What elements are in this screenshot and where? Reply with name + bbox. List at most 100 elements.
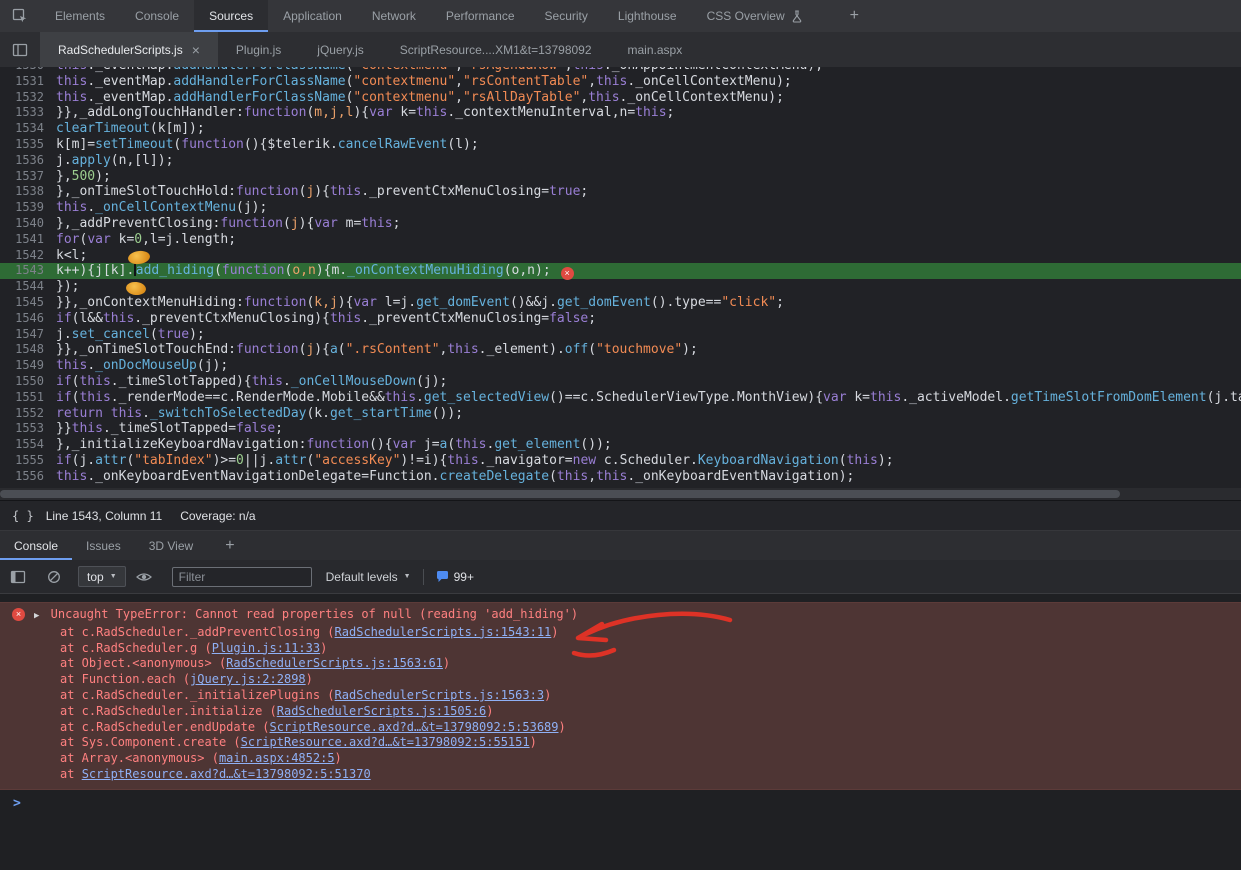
add-panel-icon[interactable]: + [850,7,859,25]
line-number[interactable]: 1538 [0,184,56,200]
source-link[interactable]: RadSchedulerScripts.js:1563:3 [335,688,545,702]
line-number[interactable]: 1552 [0,406,56,422]
source-link[interactable]: ScriptResource.axd?d…&t=13798092:5:53689 [270,720,559,734]
line-number[interactable]: 1554 [0,437,56,453]
source-link[interactable]: Plugin.js:11:33 [212,641,320,655]
panel-tab-application[interactable]: Application [268,0,357,32]
line-number[interactable]: 1545 [0,295,56,311]
drawer-tab-console[interactable]: Console [0,531,72,560]
panel-tab-console[interactable]: Console [120,0,194,32]
file-tab-plugin[interactable]: Plugin.js [218,32,299,67]
source-link[interactable]: jQuery.js:2:2898 [190,672,306,686]
code-text[interactable]: if(l&&this._preventCtxMenuClosing){this.… [56,311,596,326]
code-text[interactable]: this._onCellContextMenu(j); [56,200,267,215]
clear-console-icon[interactable] [42,565,66,589]
code-text[interactable]: if(this._renderMode==c.RenderMode.Mobile… [56,390,1241,405]
code-text[interactable]: k<l; [56,248,87,263]
file-tab-jquery[interactable]: jQuery.js [299,32,381,67]
code-text[interactable]: clearTimeout(k[m]); [56,121,205,136]
panel-tab-performance[interactable]: Performance [431,0,530,32]
expand-triangle-icon[interactable]: ▶ [34,609,39,625]
live-expression-eye-icon[interactable] [132,565,156,589]
line-number[interactable]: 1534 [0,121,56,137]
panel-tab-security[interactable]: Security [530,0,603,32]
line-number[interactable]: 1548 [0,342,56,358]
code-text[interactable]: this._eventMap.addHandlerForClassName("c… [56,67,823,73]
code-text[interactable]: j.apply(n,[l]); [56,153,173,168]
log-levels-dropdown[interactable]: Default levels ▼ [326,570,411,584]
panel-tab-elements[interactable]: Elements [40,0,120,32]
line-number[interactable]: 1536 [0,153,56,169]
code-text[interactable]: }}this._timeSlotTapped=false; [56,421,283,436]
inspect-icon[interactable] [8,4,32,28]
code-text[interactable]: j.set_cancel(true); [56,327,205,342]
code-text[interactable]: return this._switchToSelectedDay(k.get_s… [56,406,463,421]
line-number[interactable]: 1533 [0,105,56,121]
line-number[interactable]: 1530 [0,67,56,74]
panel-tab-sources[interactable]: Sources [194,0,268,32]
line-number[interactable]: 1549 [0,358,56,374]
source-link[interactable]: ScriptResource.axd?d…&t=13798092:5:51370 [82,767,371,781]
stack-frame: at c.RadScheduler.g (Plugin.js:11:33) [0,641,1241,657]
line-number[interactable]: 1543 [0,263,56,279]
source-link[interactable]: ScriptResource.axd?d…&t=13798092:5:55151 [241,735,530,749]
line-number[interactable]: 1553 [0,421,56,437]
line-number[interactable]: 1546 [0,311,56,327]
editor-status-bar: { } Line 1543, Column 11 Coverage: n/a [0,500,1241,530]
file-tab-radschedulerscripts[interactable]: RadSchedulerScripts.js × [40,32,218,67]
code-text[interactable]: }); [56,279,79,294]
line-number[interactable]: 1531 [0,74,56,90]
console-sidebar-icon[interactable] [6,565,30,589]
scrollbar-thumb[interactable] [0,490,1120,498]
file-tab-scriptresource[interactable]: ScriptResource....XM1&t=13798092 [382,32,610,67]
source-link[interactable]: RadSchedulerScripts.js:1563:61 [226,656,443,670]
line-number[interactable]: 1556 [0,469,56,485]
messages-count-badge[interactable]: 99+ [436,570,474,584]
toggle-navigator-icon[interactable] [8,38,32,62]
line-number[interactable]: 1541 [0,232,56,248]
code-text[interactable]: this._onDocMouseUp(j); [56,358,228,373]
line-number[interactable]: 1539 [0,200,56,216]
line-number[interactable]: 1537 [0,169,56,185]
source-link[interactable]: main.aspx:4852:5 [219,751,335,765]
source-link[interactable]: RadSchedulerScripts.js:1543:11 [335,625,552,639]
code-text[interactable]: }},_addLongTouchHandler:function(m,j,l){… [56,105,674,120]
code-text[interactable]: },_addPreventClosing:function(j){var m=t… [56,216,400,231]
code-text[interactable]: this._onKeyboardEventNavigationDelegate=… [56,469,854,484]
code-text[interactable]: this._eventMap.addHandlerForClassName("c… [56,74,792,89]
file-tab-mainaspx[interactable]: main.aspx [610,32,701,67]
horizontal-scrollbar[interactable] [0,488,1241,500]
code-text[interactable]: k[m]=setTimeout(function(){$telerik.canc… [56,137,479,152]
pretty-print-icon[interactable]: { } [0,509,46,523]
panel-tab-css-overview[interactable]: CSS Overview [692,0,818,32]
console-prompt[interactable]: > [0,796,1241,811]
panel-tab-lighthouse[interactable]: Lighthouse [603,0,692,32]
line-number[interactable]: 1544 [0,279,56,295]
add-drawer-tab-icon[interactable]: + [225,537,234,555]
panel-tab-network[interactable]: Network [357,0,431,32]
code-text[interactable]: this._eventMap.addHandlerForClassName("c… [56,90,784,105]
close-icon[interactable]: × [192,43,200,57]
line-number[interactable]: 1555 [0,453,56,469]
line-number[interactable]: 1542 [0,248,56,264]
line-number[interactable]: 1547 [0,327,56,343]
code-text[interactable]: for(var k=0,l=j.length; [56,232,236,247]
code-text[interactable]: k++){j[k].add_hiding(function(o,n){m._on… [56,263,551,278]
drawer-tab-3d-view[interactable]: 3D View [135,531,207,560]
code-text[interactable]: if(j.attr("tabIndex")>=0||j.attr("access… [56,453,894,468]
source-link[interactable]: RadSchedulerScripts.js:1505:6 [277,704,487,718]
code-text[interactable]: }},_onContextMenuHiding:function(k,j){va… [56,295,784,310]
drawer-tab-issues[interactable]: Issues [72,531,135,560]
code-text[interactable]: },500); [56,169,111,184]
code-text[interactable]: },_initializeKeyboardNavigation:function… [56,437,612,452]
code-text[interactable]: },_onTimeSlotTouchHold:function(j){this.… [56,184,588,199]
line-number[interactable]: 1550 [0,374,56,390]
line-number[interactable]: 1551 [0,390,56,406]
line-number[interactable]: 1540 [0,216,56,232]
filter-input[interactable] [172,567,312,587]
code-text[interactable]: if(this._timeSlotTapped){this._onCellMou… [56,374,447,389]
code-text[interactable]: }},_onTimeSlotTouchEnd:function(j){a(".r… [56,342,698,357]
line-number[interactable]: 1532 [0,90,56,106]
context-selector[interactable]: top ▼ [78,566,126,587]
line-number[interactable]: 1535 [0,137,56,153]
